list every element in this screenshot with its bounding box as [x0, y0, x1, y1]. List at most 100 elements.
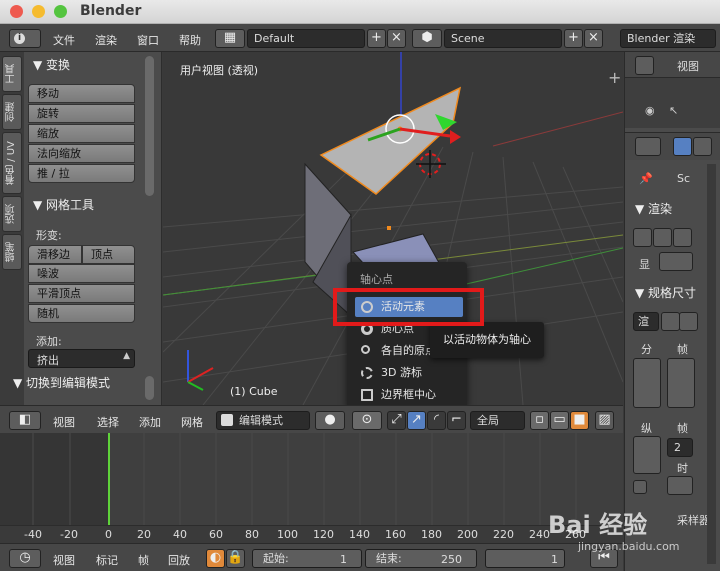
- vertex-slide-button[interactable]: 顶点: [82, 245, 135, 264]
- manipulator-toggle-icon[interactable]: ⤢: [387, 411, 406, 430]
- tab-options[interactable]: 选项: [2, 196, 22, 232]
- mesh-tools-panel-title[interactable]: ▼ 网格工具: [33, 196, 94, 213]
- render-layers-tab-icon[interactable]: [693, 137, 712, 156]
- edge-slide-button[interactable]: 滑移边: [28, 245, 82, 264]
- remove-preset-button[interactable]: [679, 312, 698, 331]
- pivot-point-button[interactable]: ⊙: [352, 411, 382, 430]
- noise-button[interactable]: 噪波: [28, 264, 135, 283]
- pivot-3d-cursor[interactable]: 3D 游标: [355, 363, 463, 383]
- menu-add[interactable]: 添加: [139, 414, 161, 430]
- render-engine-select[interactable]: Blender 渲染: [620, 29, 716, 48]
- close-window-button[interactable]: [10, 5, 23, 18]
- move-button[interactable]: 移动: [28, 84, 135, 103]
- rotate-button[interactable]: 旋转: [28, 104, 135, 123]
- render-panel-title[interactable]: ▼ 渲染: [635, 200, 672, 217]
- viewport-shading-button[interactable]: ●: [315, 411, 345, 430]
- maximize-window-button[interactable]: [54, 5, 67, 18]
- dimensions-panel-title[interactable]: ▼ 规格尺寸: [635, 284, 696, 301]
- tick-label: 120: [313, 528, 334, 541]
- tick-label: 80: [245, 528, 259, 541]
- start-frame-field[interactable]: 起始: 1: [252, 549, 362, 568]
- properties-scrollbar[interactable]: [707, 164, 716, 564]
- transform-panel-title[interactable]: ▼ 变换: [33, 56, 70, 73]
- tool-shelf-scrollbar-bottom[interactable]: [145, 376, 154, 400]
- add-preset-button[interactable]: [661, 312, 680, 331]
- smooth-vertex-button[interactable]: 平滑顶点: [28, 284, 135, 303]
- timeline-menu-frame[interactable]: 帧: [138, 552, 149, 568]
- border-checkbox[interactable]: [633, 480, 647, 494]
- menu-file[interactable]: 文件: [53, 32, 75, 48]
- keying-icon[interactable]: ◐: [206, 549, 225, 568]
- current-frame-value: 1: [551, 553, 558, 566]
- menu-select[interactable]: 选择: [97, 414, 119, 430]
- scene-icon[interactable]: ⬢: [412, 29, 442, 48]
- end-frame-field[interactable]: 结束: 250: [365, 549, 477, 568]
- timeline-menu-view[interactable]: 视图: [53, 552, 75, 568]
- edge-select-mode-icon[interactable]: ▭: [550, 411, 569, 430]
- add-scene-button[interactable]: +: [564, 29, 583, 48]
- menu-render[interactable]: 渲染: [95, 32, 117, 48]
- aspect-fields[interactable]: [633, 436, 661, 474]
- tool-shelf-scrollbar[interactable]: [145, 56, 154, 196]
- add-label: 添加:: [36, 335, 62, 348]
- tab-create[interactable]: 创建: [2, 94, 22, 130]
- frame-rate-select[interactable]: 2: [667, 438, 693, 457]
- render-audio-button[interactable]: [673, 228, 692, 247]
- editor-type-button[interactable]: i: [9, 29, 41, 48]
- timeline-menu-marker[interactable]: 标记: [96, 552, 118, 568]
- render-image-button[interactable]: [633, 228, 652, 247]
- render-tab-icon[interactable]: [673, 137, 692, 156]
- minimize-window-button[interactable]: [32, 5, 45, 18]
- scene-field[interactable]: Scene: [444, 29, 562, 48]
- vertex-select-mode-icon[interactable]: ▫: [530, 411, 549, 430]
- current-frame-field[interactable]: 1: [485, 549, 565, 568]
- render-preset-select[interactable]: 渲: [633, 312, 659, 331]
- face-select-mode-icon[interactable]: ■: [570, 411, 589, 430]
- menu-view[interactable]: 视图: [53, 414, 75, 430]
- screen-layout-icon[interactable]: ▦: [215, 29, 245, 48]
- remove-scene-button[interactable]: ×: [584, 29, 603, 48]
- eye-icon[interactable]: ◉: [645, 104, 655, 117]
- pivot-menu-title: 轴心点: [360, 273, 393, 286]
- menu-help[interactable]: 帮助: [179, 32, 201, 48]
- display-select[interactable]: [659, 252, 693, 271]
- add-screen-button[interactable]: +: [367, 29, 386, 48]
- scale-button[interactable]: 缩放: [28, 124, 135, 143]
- timeline-menu-playback[interactable]: 回放: [168, 552, 190, 568]
- time-stretch-field[interactable]: [667, 476, 693, 495]
- push-pull-button[interactable]: 推 / 拉: [28, 164, 135, 183]
- tab-shading-uv[interactable]: 着色 / UV: [2, 132, 22, 194]
- outliner-editor-type-icon[interactable]: [635, 56, 654, 75]
- toggle-editmode-panel-title[interactable]: ▼ 切换到编辑模式: [13, 374, 110, 391]
- viewport-properties-toggle-icon[interactable]: +: [608, 68, 621, 87]
- viewport-object-label: (1) Cube: [230, 385, 278, 398]
- tab-grease-pencil[interactable]: 蜡笔: [2, 234, 22, 270]
- pivot-bounding-box-center[interactable]: 边界框中心: [355, 385, 463, 405]
- extrude-select[interactable]: 挤出 ▲: [28, 349, 135, 368]
- transform-orientation-select[interactable]: 全局: [470, 411, 525, 430]
- randomize-button[interactable]: 随机: [28, 304, 135, 323]
- menu-mesh[interactable]: 网格: [181, 414, 203, 430]
- frame-range-fields[interactable]: [667, 358, 695, 408]
- translate-manipulator-icon[interactable]: ↗: [407, 411, 426, 430]
- menu-window[interactable]: 窗口: [137, 32, 159, 48]
- mode-select[interactable]: 编辑模式: [216, 411, 310, 430]
- render-animation-button[interactable]: [653, 228, 672, 247]
- occlude-geometry-icon[interactable]: ▨: [595, 411, 614, 430]
- deform-label: 形变:: [36, 229, 62, 242]
- outliner-view-menu[interactable]: 视图: [677, 58, 699, 74]
- remove-screen-button[interactable]: ×: [387, 29, 406, 48]
- rotate-manipulator-icon[interactable]: ◜: [427, 411, 446, 430]
- properties-editor-type-icon[interactable]: [635, 137, 661, 156]
- 3d-view-editor-type-button[interactable]: ◧: [9, 411, 41, 430]
- resolution-fields[interactable]: [633, 358, 661, 408]
- shrink-fatten-button[interactable]: 法向缩放: [28, 144, 135, 163]
- cursor-select-icon[interactable]: ↖: [669, 104, 678, 117]
- timeline-editor-type-button[interactable]: ◷: [9, 549, 41, 568]
- screen-layout-field[interactable]: Default: [247, 29, 365, 48]
- lock-icon[interactable]: 🔒: [226, 549, 245, 568]
- scale-manipulator-icon[interactable]: ⌐: [447, 411, 466, 430]
- outliner-tree[interactable]: ◉ ↖: [625, 78, 720, 128]
- pin-icon[interactable]: 📌: [639, 172, 653, 185]
- tab-tools[interactable]: 工具: [2, 56, 22, 92]
